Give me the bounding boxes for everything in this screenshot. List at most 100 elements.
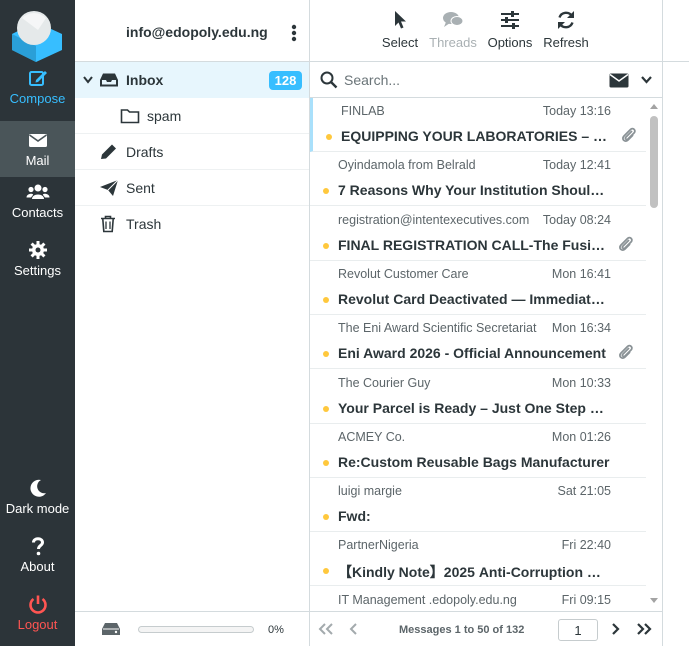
folder-drafts-label: Drafts (126, 144, 164, 160)
message-row[interactable]: ACMEY Co. Mon 01:26 Re:Custom Reusable Bag… (310, 424, 646, 478)
logout-button[interactable]: Logout (0, 594, 75, 646)
previous-page-icon[interactable] (349, 623, 358, 635)
kebab-menu-icon[interactable] (291, 24, 297, 42)
folder-sent[interactable]: Sent (75, 170, 309, 206)
unread-dot-icon[interactable] (323, 242, 329, 249)
options-button[interactable]: Options (482, 10, 538, 50)
message-date: Fri 22:40 (561, 538, 611, 553)
refresh-label: Refresh (543, 35, 589, 50)
message-row[interactable]: Revolut Customer Care Mon 16:41 Revolut Ca… (310, 261, 646, 315)
message-row[interactable]: registration@intentexecutives.com Today 0… (310, 207, 646, 261)
message-sender: luigi margie (338, 484, 402, 499)
compose-button[interactable]: Compose (0, 68, 75, 124)
unread-count-badge: 128 (269, 71, 302, 90)
unread-dot-icon[interactable] (323, 296, 329, 303)
folder-trash[interactable]: Trash (75, 206, 309, 242)
select-button[interactable]: Select (372, 10, 428, 50)
message-row[interactable]: The Eni Award Scientific Secretariat Mon … (310, 315, 646, 370)
paper-plane-icon (100, 179, 119, 196)
quota-footer: 0% (75, 611, 309, 646)
folder-icon (120, 109, 140, 124)
message-row[interactable]: luigi margie Sat 21:05 Fwd: (310, 478, 646, 533)
message-sender: FINLAB (341, 104, 385, 118)
message-row[interactable]: The Courier Guy Mon 10:33 Your Parcel is R… (310, 370, 646, 424)
message-date: Today 08:24 (542, 212, 611, 227)
next-page-icon[interactable] (611, 623, 620, 635)
power-icon (28, 595, 47, 614)
threads-label: Threads (429, 35, 477, 50)
chevron-down-icon[interactable] (83, 76, 93, 84)
message-row[interactable]: IT Management .edopoly.edu.ng Fri 09:15 (310, 587, 646, 611)
message-date: Mon 16:41 (551, 266, 611, 281)
message-count: Messages 1 to 50 of 132 (399, 624, 525, 636)
unread-dot-icon[interactable] (323, 405, 329, 412)
message-sender: Revolut Customer Care (338, 266, 469, 281)
logout-label: Logout (17, 617, 58, 632)
scroll-down-arrow-icon[interactable] (650, 598, 658, 604)
message-list-scrollbar[interactable] (647, 100, 661, 607)
page-number-input[interactable] (558, 619, 598, 641)
question-icon (31, 537, 44, 556)
first-page-icon[interactable] (318, 623, 334, 635)
mail-button[interactable]: Mail (0, 121, 75, 177)
main-navigation: Compose Mail Contacts Settings Dark mode… (0, 0, 75, 646)
refresh-button[interactable]: Refresh (538, 10, 594, 50)
preview-toolbar (663, 0, 689, 62)
message-subject: Fwd: (338, 508, 371, 525)
about-button[interactable]: About (0, 536, 75, 592)
select-label: Select (381, 35, 419, 50)
gear-icon (28, 241, 47, 259)
message-row[interactable]: PartnerNigeria Fri 22:40 【Kindly Note】2025… (310, 532, 646, 587)
message-sender: IT Management .edopoly.edu.ng (338, 592, 517, 607)
chevron-down-icon[interactable] (641, 76, 652, 84)
message-date: Today 13:16 (542, 104, 611, 118)
compose-label: Compose (9, 91, 66, 106)
unread-dot-icon[interactable] (323, 188, 329, 195)
quota-progress-bar (138, 626, 254, 633)
search-bar (310, 62, 662, 98)
refresh-icon (558, 11, 574, 29)
threads-button[interactable]: Threads (425, 10, 481, 50)
folder-inbox[interactable]: Inbox 128 (75, 62, 309, 98)
scrollbar-thumb[interactable] (650, 116, 658, 208)
scroll-up-arrow-icon[interactable] (650, 103, 658, 109)
message-subject: 7 Reasons Why Your Institution Should Si (338, 182, 610, 199)
folder-spam[interactable]: spam (75, 98, 309, 134)
envelope-filter-icon[interactable] (609, 73, 629, 88)
users-icon (26, 184, 49, 199)
roundcube-logo[interactable] (8, 6, 66, 62)
trash-icon (101, 215, 115, 233)
paperclip-icon (621, 126, 637, 149)
pagination-footer: Messages 1 to 50 of 132 (310, 611, 662, 646)
last-page-icon[interactable] (636, 623, 652, 635)
unread-dot-icon[interactable] (323, 459, 329, 466)
message-date: Today 12:41 (542, 158, 611, 173)
dark-mode-button[interactable]: Dark mode (0, 478, 75, 534)
contacts-button[interactable]: Contacts (0, 182, 75, 238)
settings-button[interactable]: Settings (0, 240, 75, 296)
message-subject: 【Kindly Note】2025 Anti-Corruption Policy (338, 564, 610, 581)
message-date: Sat 21:05 (557, 484, 611, 499)
message-row[interactable]: Oyindamola from Belrald Today 12:41 7 Reas… (310, 152, 646, 207)
message-date: Mon 10:33 (551, 375, 611, 390)
unread-dot-icon[interactable] (323, 568, 329, 575)
dark-mode-label: Dark mode (5, 501, 70, 516)
paperclip-icon (618, 343, 634, 366)
unread-dot-icon[interactable] (323, 514, 329, 521)
search-icon[interactable] (320, 71, 338, 89)
moon-icon (29, 479, 46, 497)
account-email: info@edopoly.edu.ng (126, 24, 268, 40)
folder-spam-label: spam (147, 108, 182, 124)
message-row[interactable]: FINLAB Today 13:16 EQUIPPING YOUR LABORATO… (310, 98, 646, 152)
folder-drafts[interactable]: Drafts (75, 134, 309, 170)
folder-header: info@edopoly.edu.ng (75, 0, 309, 62)
message-subject: Re:Custom Reusable Bags Manufacturer (338, 453, 610, 470)
contacts-label: Contacts (11, 205, 64, 220)
unread-dot-icon[interactable] (326, 134, 332, 140)
pencil-square-icon (28, 71, 47, 86)
search-input[interactable] (344, 70, 594, 90)
message-subject: Your Parcel is Ready – Just One Step Lef… (338, 399, 610, 416)
settings-label: Settings (14, 263, 61, 278)
unread-dot-icon[interactable] (323, 351, 329, 358)
inbox-tray-icon (100, 73, 118, 87)
